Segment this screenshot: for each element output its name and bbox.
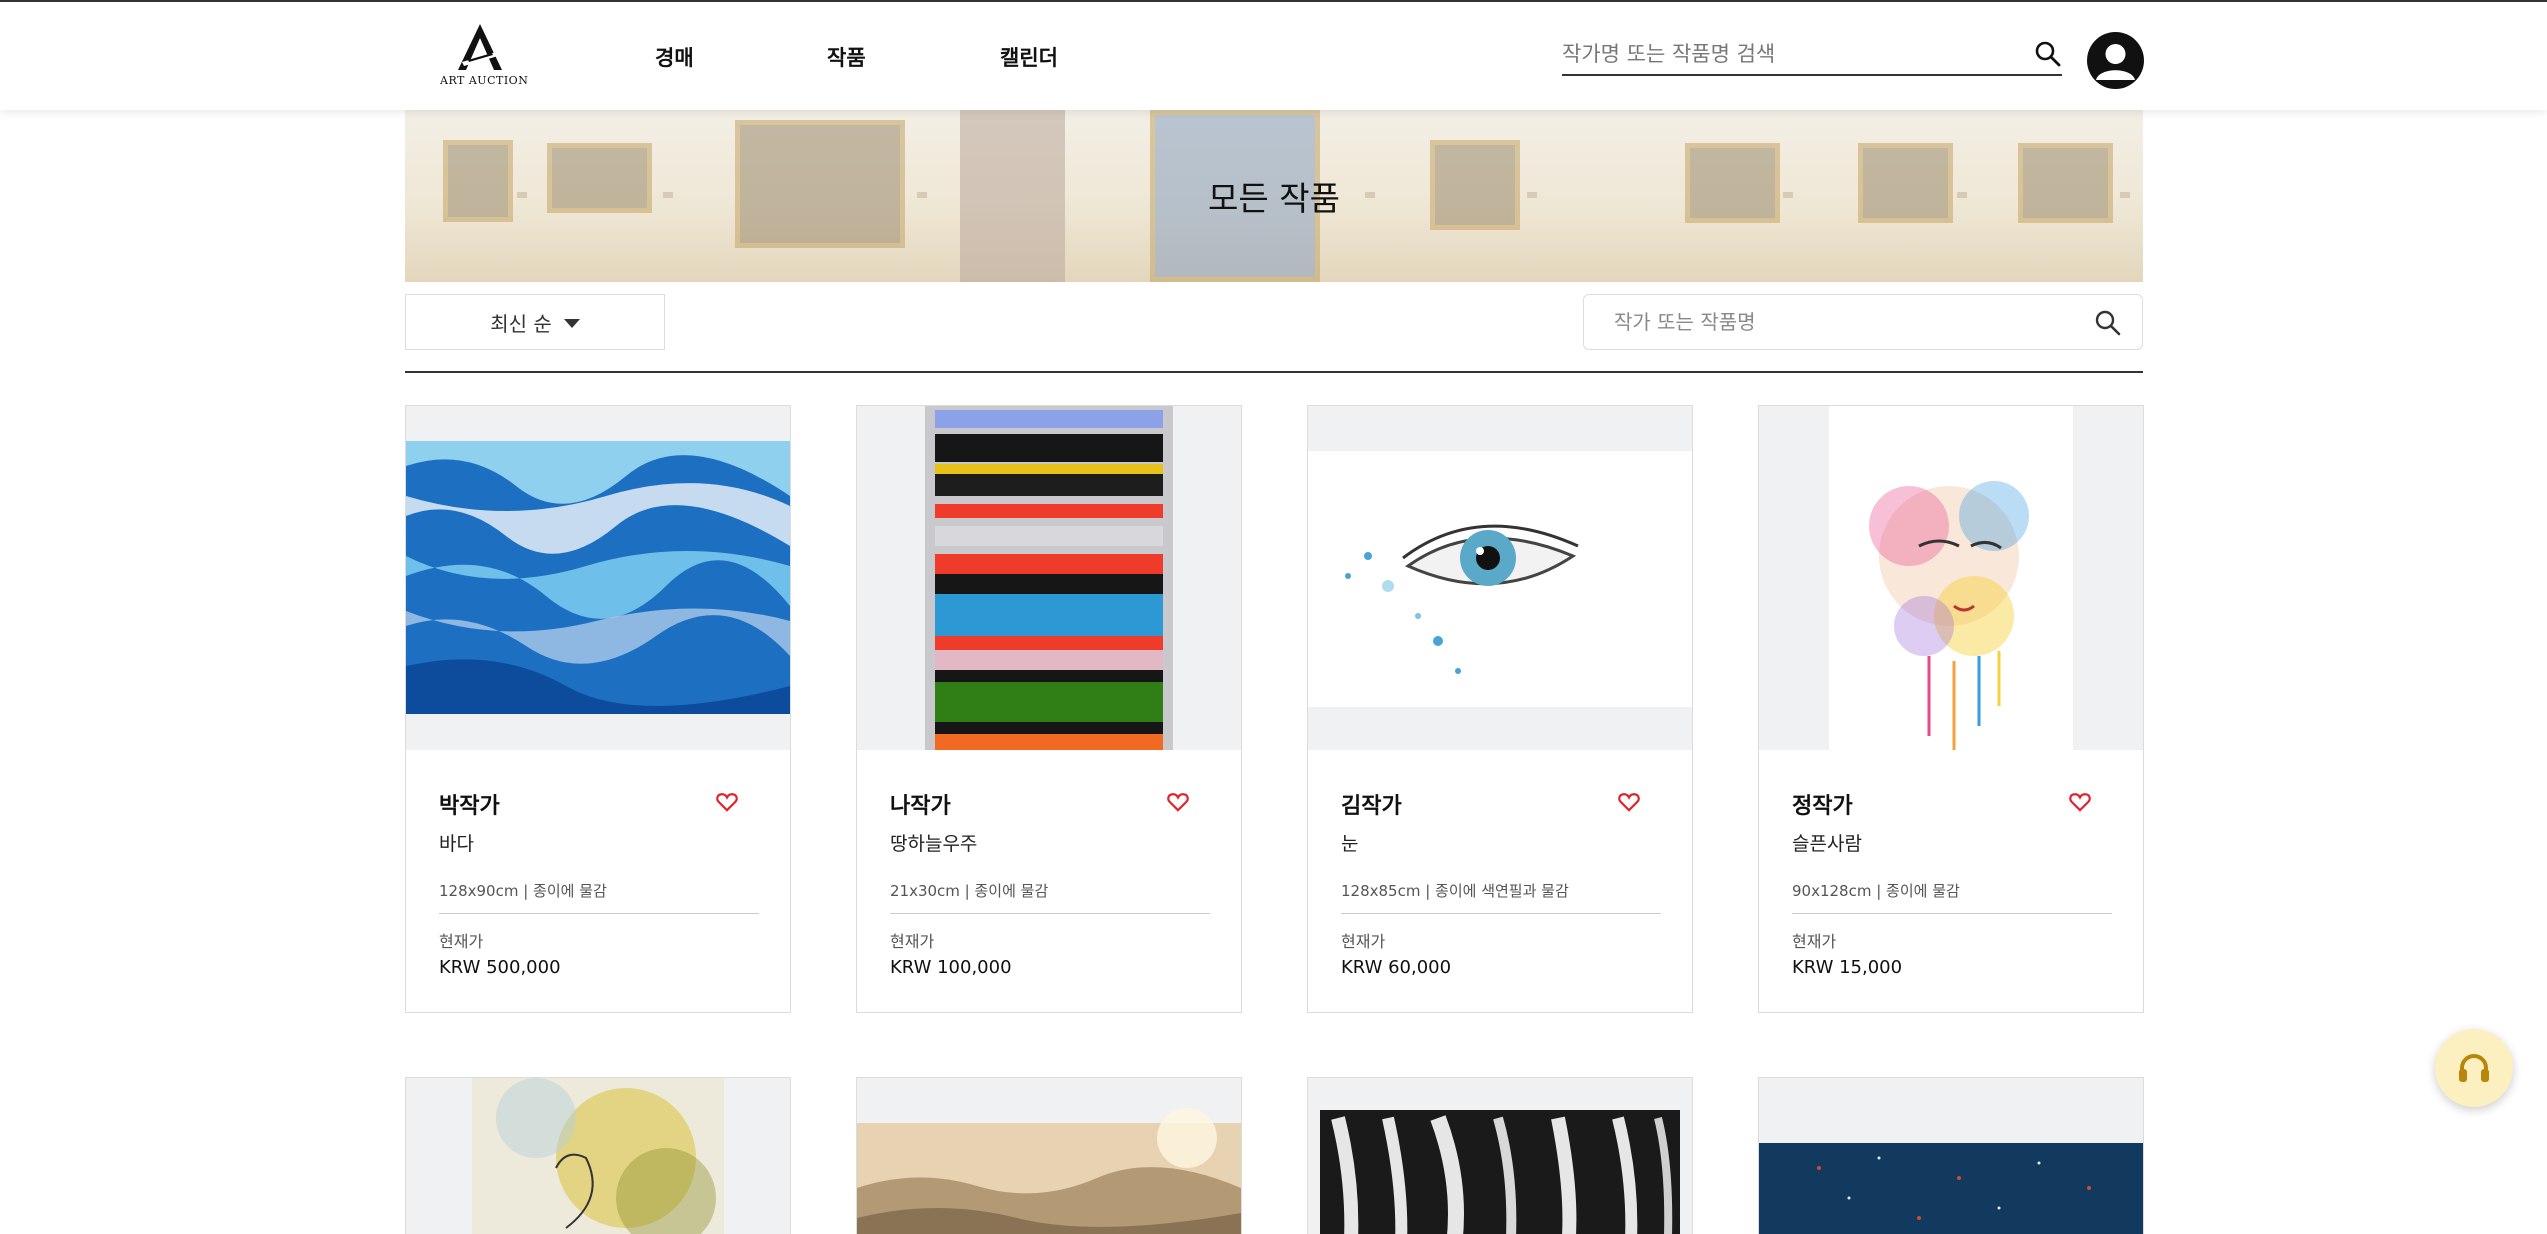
artwork-title: 슬픈사람 [1792, 833, 1862, 855]
artwork-image [1759, 406, 2143, 750]
artwork-image [1320, 1110, 1680, 1234]
price-label: 현재가 [890, 932, 935, 951]
header-search-input[interactable] [1562, 36, 2012, 72]
current-price: KRW 100,000 [890, 957, 1012, 978]
logo[interactable]: ART AUCTION [440, 22, 529, 92]
artwork-image [1308, 406, 1692, 750]
divider [405, 371, 2143, 373]
heart-icon[interactable] [1167, 792, 1189, 812]
artwork-search-input[interactable] [1614, 307, 2074, 337]
user-icon [2096, 44, 2135, 80]
artwork-card[interactable] [856, 1077, 1242, 1234]
hero-banner: 모든 작품 [405, 110, 2143, 282]
logo-text: ART AUCTION [440, 74, 529, 87]
support-chat-button[interactable] [2435, 1029, 2513, 1107]
caret-down-icon [563, 319, 580, 328]
artist-name: 박작가 [439, 794, 500, 819]
artwork-card[interactable] [405, 1077, 791, 1234]
card-divider [1341, 913, 1661, 914]
artwork-image [857, 1108, 1241, 1234]
price-label: 현재가 [1341, 932, 1386, 951]
search-icon[interactable] [2094, 309, 2122, 337]
nav-calendar[interactable]: 캘린더 [1000, 42, 1058, 72]
artwork-search [1583, 294, 2143, 350]
card-divider [439, 913, 759, 914]
nav-auction[interactable]: 경매 [655, 42, 694, 72]
headset-icon [2459, 1054, 2489, 1082]
artwork-title: 땅하늘우주 [890, 833, 978, 855]
artwork-spec: 128x90cm | 종이에 물감 [439, 882, 607, 900]
artwork-spec: 21x30cm | 종이에 물감 [890, 882, 1049, 900]
artwork-card[interactable]: 정작가 슬픈사람 90x128cm | 종이에 물감 현재가 KRW 15,00… [1758, 405, 2144, 1013]
artist-name: 김작가 [1341, 794, 1402, 819]
header-search [1562, 36, 2062, 76]
artwork-image [406, 406, 790, 750]
page-title: 모든 작품 [1208, 179, 1340, 218]
price-label: 현재가 [1792, 932, 1837, 951]
heart-icon[interactable] [1618, 792, 1640, 812]
card-divider [890, 913, 1210, 914]
nav-artworks[interactable]: 작품 [827, 42, 866, 72]
current-price: KRW 60,000 [1341, 957, 1452, 978]
price-label: 현재가 [439, 932, 484, 951]
artwork-spec: 90x128cm | 종이에 물감 [1792, 882, 1960, 900]
artwork-card[interactable]: 김작가 눈 128x85cm | 종이에 색연필과 물감 현재가 KRW 60,… [1307, 405, 1693, 1013]
artwork-spec: 128x85cm | 종이에 색연필과 물감 [1341, 882, 1569, 900]
logo-icon [458, 24, 502, 70]
artwork-card[interactable]: 나작가 땅하늘우주 21x30cm | 종이에 물감 현재가 KRW 100,0… [856, 405, 1242, 1013]
artwork-card[interactable] [1307, 1077, 1693, 1234]
heart-icon[interactable] [716, 792, 738, 812]
search-icon[interactable] [2034, 40, 2062, 68]
artwork-title: 눈 [1341, 833, 1359, 855]
artwork-image [857, 406, 1241, 750]
current-price: KRW 500,000 [439, 957, 561, 978]
heart-icon[interactable] [2069, 792, 2091, 812]
artwork-image [472, 1078, 724, 1234]
artist-name: 정작가 [1792, 794, 1853, 819]
artwork-title: 바다 [439, 833, 474, 855]
current-price: KRW 15,000 [1792, 957, 1903, 978]
sort-label: 최신 순 [490, 311, 552, 336]
artwork-image [1759, 1143, 2143, 1234]
site-header: ART AUCTION 경매 작품 캘린더 [0, 0, 2547, 110]
sort-dropdown[interactable]: 최신 순 [405, 294, 665, 350]
artwork-card[interactable]: 박작가 바다 128x90cm | 종이에 물감 현재가 KRW 500,000 [405, 405, 791, 1013]
user-avatar[interactable] [2087, 32, 2144, 89]
card-divider [1792, 913, 2112, 914]
artwork-card[interactable] [1758, 1077, 2144, 1234]
artist-name: 나작가 [890, 794, 951, 819]
